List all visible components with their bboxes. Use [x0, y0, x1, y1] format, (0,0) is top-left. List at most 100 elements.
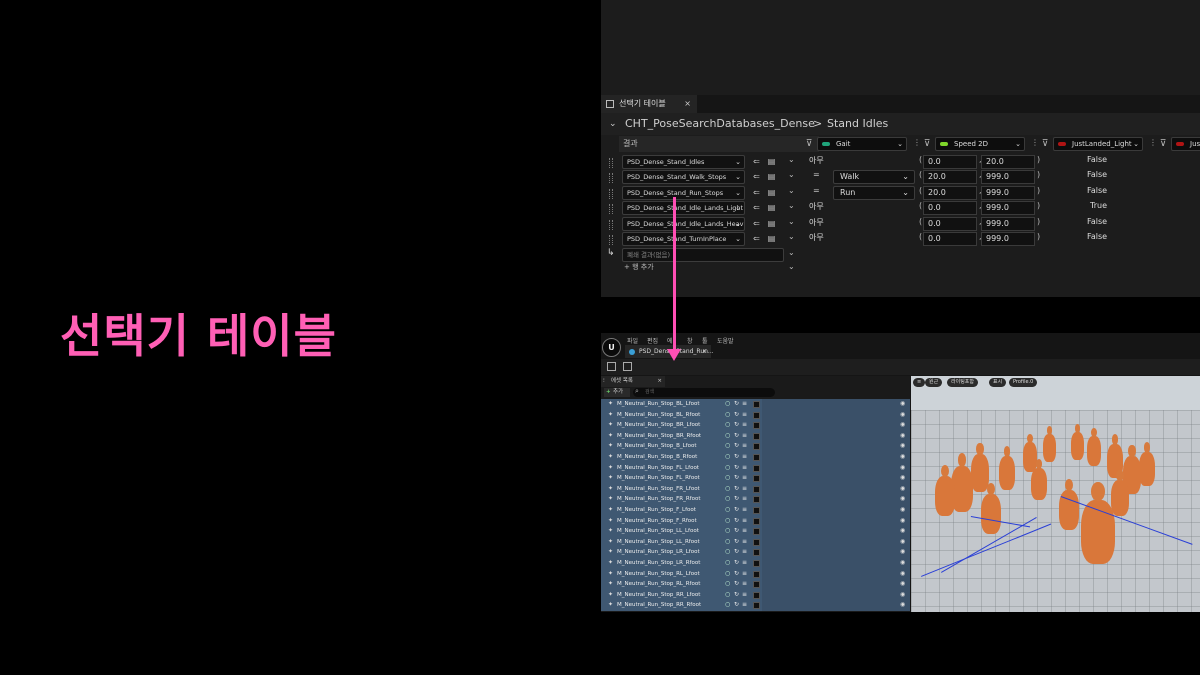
- mirror-icon[interactable]: ○: [725, 537, 730, 548]
- lighting-button[interactable]: 라이팅포함: [947, 378, 979, 387]
- options-icon[interactable]: ≡: [742, 547, 747, 558]
- options-icon[interactable]: ≡: [742, 484, 747, 495]
- gait-condition[interactable]: =: [813, 186, 820, 195]
- kebab-menu-icon[interactable]: ⋮: [913, 138, 921, 147]
- drag-handle-icon[interactable]: [609, 173, 613, 183]
- close-icon[interactable]: ×: [657, 376, 662, 387]
- visibility-eye-icon[interactable]: ◉: [900, 441, 905, 452]
- mirror-icon[interactable]: ○: [725, 590, 730, 601]
- breadcrumb-leaf[interactable]: Stand Idles: [827, 113, 888, 135]
- table-row[interactable]: PSD_Dense_Stand_TurnInPlace ⌄ ⇐ ▤ ⌄ 아무 ( …: [601, 232, 1200, 247]
- filter-icon[interactable]: ⊽: [1039, 138, 1051, 150]
- list-item[interactable]: ✦ M_Neutral_Run_Stop_B_Lfoot ○ ↻ ≡ ◉: [608, 441, 908, 452]
- list-item[interactable]: ✦ M_Neutral_Run_Stop_LR_Rfoot ○ ↻ ≡ ◉: [608, 558, 908, 569]
- fallback-result-field[interactable]: 폐쇄 결과(없음): [622, 248, 784, 262]
- close-icon[interactable]: ×: [702, 345, 707, 358]
- list-item[interactable]: ✦ M_Neutral_Run_Stop_RL_Rfoot ○ ↻ ≡ ◉: [608, 579, 908, 590]
- mirror-icon[interactable]: ○: [725, 410, 730, 421]
- list-item[interactable]: ✦ M_Neutral_Run_Stop_FL_Lfoot ○ ↻ ≡ ◉: [608, 463, 908, 474]
- loop-icon[interactable]: ↻: [734, 579, 739, 590]
- filter-icon[interactable]: ⊽: [921, 138, 933, 150]
- loop-icon[interactable]: ↻: [734, 494, 739, 505]
- speed-min[interactable]: 20.0: [923, 186, 977, 200]
- tab-chooser-table[interactable]: 선택기 테이블 ×: [601, 95, 697, 113]
- mirror-icon[interactable]: ○: [725, 473, 730, 484]
- visibility-eye-icon[interactable]: ◉: [900, 547, 905, 558]
- gait-select[interactable]: Run ⌄: [833, 186, 915, 200]
- chevron-down-icon[interactable]: ⌄: [788, 170, 795, 179]
- use-selected-icon[interactable]: ⇐: [751, 171, 762, 182]
- justlanded-value[interactable]: True: [1090, 201, 1107, 210]
- chevron-down-icon[interactable]: ⌄: [788, 155, 795, 164]
- options-icon[interactable]: ≡: [742, 473, 747, 484]
- drag-handle-icon[interactable]: [609, 220, 613, 230]
- loop-icon[interactable]: ↻: [734, 590, 739, 601]
- visibility-eye-icon[interactable]: ◉: [900, 516, 905, 527]
- drag-handle-icon[interactable]: [609, 189, 613, 199]
- perspective-button[interactable]: 원근: [925, 378, 943, 387]
- list-item[interactable]: ✦ M_Neutral_Run_Stop_RL_Lfoot ○ ↻ ≡ ◉: [608, 569, 908, 580]
- chevron-down-icon[interactable]: ⌄: [788, 186, 795, 195]
- speed-min[interactable]: 0.0: [923, 155, 977, 169]
- list-item[interactable]: ✦ M_Neutral_Run_Stop_LL_Lfoot ○ ↻ ≡ ◉: [608, 526, 908, 537]
- fallback-row[interactable]: ↳ 폐쇄 결과(없음) ⌄: [601, 248, 1200, 263]
- list-item[interactable]: ✦ M_Neutral_Run_Stop_B_Rfoot ○ ↻ ≡ ◉: [608, 452, 908, 463]
- viewport-menu-button[interactable]: ≡: [913, 378, 926, 387]
- preview-viewport[interactable]: ≡ 원근 라이팅포함 표시 Profile.0: [911, 376, 1200, 612]
- menu-asset[interactable]: 에: [667, 336, 673, 345]
- browse-icon[interactable]: ▤: [766, 171, 777, 182]
- gait-condition[interactable]: 아무: [809, 155, 824, 166]
- chevron-down-icon[interactable]: ⌄: [788, 201, 795, 210]
- list-item[interactable]: ✦ M_Neutral_Run_Stop_BR_Lfoot ○ ↻ ≡ ◉: [608, 420, 908, 431]
- list-item[interactable]: ✦ M_Neutral_Run_Stop_LR_Lfoot ○ ↻ ≡ ◉: [608, 547, 908, 558]
- list-item[interactable]: ✦ M_Neutral_Run_Stop_BL_Rfoot ○ ↻ ≡ ◉: [608, 410, 908, 421]
- options-icon[interactable]: ≡: [742, 526, 747, 537]
- asset-picker[interactable]: PSD_Dense_Stand_Walk_Stops ⌄: [622, 170, 745, 184]
- loop-icon[interactable]: ↻: [734, 410, 739, 421]
- options-icon[interactable]: ≡: [742, 600, 747, 611]
- browse-icon[interactable]: ▤: [766, 156, 777, 167]
- speed-max[interactable]: 999.0: [981, 232, 1035, 246]
- justlanded-value[interactable]: False: [1087, 186, 1107, 195]
- mirror-icon[interactable]: ○: [725, 420, 730, 431]
- justlanded-value[interactable]: False: [1087, 170, 1107, 179]
- browse-icon[interactable]: [623, 362, 632, 371]
- gait-select[interactable]: Walk ⌄: [833, 170, 915, 184]
- visibility-eye-icon[interactable]: ◉: [900, 569, 905, 580]
- loop-icon[interactable]: ↻: [734, 558, 739, 569]
- menu-help[interactable]: 도움말: [717, 336, 734, 345]
- loop-icon[interactable]: ↻: [734, 505, 739, 516]
- kebab-menu-icon[interactable]: ⋮: [1031, 138, 1039, 147]
- loop-icon[interactable]: ↻: [734, 473, 739, 484]
- use-selected-icon[interactable]: ⇐: [751, 218, 762, 229]
- loop-icon[interactable]: ↻: [734, 399, 739, 410]
- speed-min[interactable]: 0.0: [923, 217, 977, 231]
- chevron-down-icon[interactable]: ⌄: [788, 248, 795, 257]
- list-item[interactable]: ✦ M_Neutral_Run_Stop_RR_Lfoot ○ ↻ ≡ ◉: [608, 590, 908, 601]
- options-icon[interactable]: ≡: [742, 452, 747, 463]
- loop-icon[interactable]: ↻: [734, 463, 739, 474]
- list-item[interactable]: ✦ M_Neutral_Run_Stop_BR_Rfoot ○ ↻ ≡ ◉: [608, 431, 908, 442]
- use-selected-icon[interactable]: ⇐: [751, 202, 762, 213]
- options-icon[interactable]: ≡: [742, 410, 747, 421]
- mirror-icon[interactable]: ○: [725, 431, 730, 442]
- list-item[interactable]: ✦ M_Neutral_Run_Stop_F_Lfoot ○ ↻ ≡ ◉: [608, 505, 908, 516]
- mirror-icon[interactable]: ○: [725, 452, 730, 463]
- mirror-icon[interactable]: ○: [725, 547, 730, 558]
- visibility-eye-icon[interactable]: ◉: [900, 484, 905, 495]
- speed-max[interactable]: 999.0: [981, 201, 1035, 215]
- list-item[interactable]: ✦ M_Neutral_Run_Stop_F_Rfoot ○ ↻ ≡ ◉: [608, 516, 908, 527]
- gait-condition[interactable]: =: [813, 170, 820, 179]
- table-row[interactable]: PSD_Dense_Stand_Walk_Stops ⌄ ⇐ ▤ ⌄ = Walk…: [601, 170, 1200, 185]
- drag-handle-icon[interactable]: [609, 204, 613, 214]
- mirror-icon[interactable]: ○: [725, 441, 730, 452]
- menu-window[interactable]: 창: [687, 336, 693, 345]
- options-icon[interactable]: ≡: [742, 569, 747, 580]
- visibility-eye-icon[interactable]: ◉: [900, 431, 905, 442]
- options-icon[interactable]: ≡: [742, 431, 747, 442]
- use-selected-icon[interactable]: ⇐: [751, 187, 762, 198]
- save-icon[interactable]: [607, 362, 616, 371]
- filter-icon[interactable]: ⊽: [803, 138, 815, 150]
- drag-handle-icon[interactable]: [609, 158, 613, 168]
- justlanded-value[interactable]: False: [1087, 217, 1107, 226]
